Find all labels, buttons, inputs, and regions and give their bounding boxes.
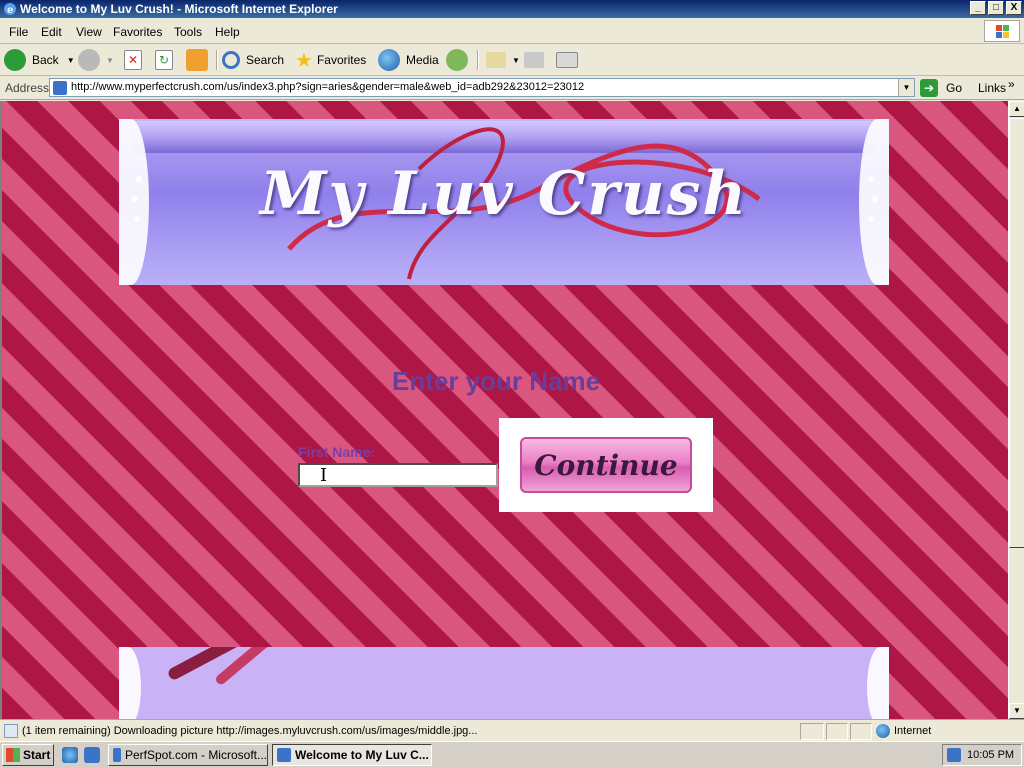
scroll-thumb[interactable] [1009, 118, 1024, 548]
home-button[interactable] [186, 48, 214, 72]
clock: 10:05 PM [967, 749, 1015, 761]
favorites-label: Favorites [316, 53, 367, 67]
first-name-label: First Name: [298, 444, 376, 460]
history-button[interactable] [446, 48, 474, 72]
vertical-scrollbar[interactable]: ▲ ▼ [1008, 101, 1024, 719]
back-arrow-icon [4, 49, 26, 71]
footer-right-curve [867, 647, 889, 719]
forward-dropdown-icon[interactable]: ▼ [106, 56, 114, 65]
window-title: Welcome to My Luv Crush! - Microsoft Int… [20, 2, 338, 16]
status-bar: (1 item remaining) Downloading picture h… [0, 719, 1024, 741]
go-label: Go [946, 81, 963, 95]
ie-window-icon [277, 748, 291, 762]
toolbar-separator [216, 50, 218, 70]
address-label: Address [5, 81, 50, 95]
print-button[interactable] [524, 48, 550, 72]
search-icon [222, 51, 240, 69]
taskbar-item-myluvcrush[interactable]: Welcome to My Luv C... [272, 744, 432, 766]
minimize-button[interactable]: _ [970, 1, 986, 15]
address-input[interactable]: http://www.myperfectcrush.com/us/index3.… [49, 78, 915, 97]
windows-logo-icon [984, 20, 1020, 42]
taskbar-item-label: PerfSpot.com - Microsoft... [124, 748, 267, 762]
home-icon [186, 49, 208, 71]
maximize-button[interactable]: □ [988, 1, 1004, 15]
address-dropdown-icon[interactable]: ▼ [898, 79, 914, 96]
status-panel [850, 723, 872, 740]
footer-left-curve [119, 647, 141, 719]
favorites-button[interactable]: ★ Favorites [295, 48, 366, 72]
refresh-icon: ↻ [155, 50, 173, 70]
header-banner: My Luv Crush [119, 119, 889, 285]
system-tray: 10:05 PM [942, 744, 1022, 766]
address-url[interactable]: http://www.myperfectcrush.com/us/index3.… [71, 81, 584, 93]
toolbar: Back ▼ ▼ ✕ ↻ Search ★ Favorites Media ▼ [0, 44, 1024, 76]
edit-button[interactable] [556, 48, 584, 72]
menu-help[interactable]: Help [215, 25, 240, 39]
print-icon [524, 52, 544, 68]
taskbar-item-perfspot[interactable]: PerfSpot.com - Microsoft... [108, 744, 268, 766]
menu-bar: File Edit View Favorites Tools Help [0, 18, 1024, 44]
media-label: Media [406, 53, 439, 67]
links-button[interactable]: Links [978, 81, 1006, 95]
search-button[interactable]: Search [222, 48, 284, 72]
svg-text:e: e [7, 5, 13, 16]
mail-button[interactable]: ▼ [486, 48, 520, 72]
quicklaunch-desktop-icon[interactable] [84, 747, 100, 763]
start-button[interactable]: Start [2, 744, 54, 766]
mail-icon [486, 52, 506, 68]
refresh-button[interactable]: ↻ [155, 48, 179, 72]
address-bar: Address http://www.myperfectcrush.com/us… [0, 76, 1024, 100]
scroll-up-button[interactable]: ▲ [1009, 101, 1024, 117]
taskbar: Start PerfSpot.com - Microsoft... Welcom… [0, 741, 1024, 768]
page-icon [53, 81, 67, 95]
menu-tools[interactable]: Tools [174, 25, 202, 39]
favorites-star-icon: ★ [295, 49, 313, 72]
site-logo[interactable]: My Luv Crush [119, 159, 889, 229]
media-button[interactable]: Media [378, 48, 439, 72]
edit-icon [556, 52, 578, 68]
toolbar-separator [477, 50, 479, 70]
page-viewport: My Luv Crush Enter your Name First Name:… [0, 101, 1008, 719]
loading-page-icon [4, 724, 18, 738]
first-name-input[interactable] [298, 463, 498, 487]
search-label: Search [246, 53, 285, 67]
menu-edit[interactable]: Edit [41, 25, 62, 39]
status-message: (1 item remaining) Downloading picture h… [22, 725, 478, 737]
text-cursor-icon: I [320, 465, 328, 486]
status-panel [800, 723, 824, 740]
forward-arrow-icon [78, 49, 100, 71]
stop-icon: ✕ [124, 50, 142, 70]
stop-button[interactable]: ✕ [124, 48, 148, 72]
quicklaunch-ie-icon[interactable] [62, 747, 78, 763]
close-button[interactable]: X [1006, 1, 1022, 15]
security-zone: Internet [876, 724, 931, 738]
start-label: Start [23, 748, 51, 762]
page-heading: Enter your Name [392, 366, 601, 396]
back-button[interactable]: Back ▼ [4, 48, 75, 72]
menu-favorites[interactable]: Favorites [113, 25, 162, 39]
go-arrow-icon: ➔ [920, 79, 938, 97]
scroll-down-button[interactable]: ▼ [1009, 703, 1024, 719]
back-dropdown-icon[interactable]: ▼ [67, 56, 75, 65]
windows-flag-icon [6, 748, 20, 762]
menu-view[interactable]: View [76, 25, 102, 39]
menu-file[interactable]: File [9, 25, 28, 39]
go-button[interactable]: ➔ Go [920, 79, 962, 97]
ie-icon: e [4, 3, 16, 16]
footer-banner [119, 647, 889, 719]
status-panel [826, 723, 848, 740]
window-titlebar: e Welcome to My Luv Crush! - Microsoft I… [0, 0, 1024, 18]
media-globe-icon [378, 49, 400, 71]
links-chevron-icon[interactable]: » [1008, 77, 1015, 91]
zone-label: Internet [894, 725, 932, 737]
internet-globe-icon [876, 724, 890, 738]
mail-dropdown-icon[interactable]: ▼ [512, 56, 520, 65]
network-tray-icon[interactable] [947, 748, 961, 762]
history-icon [446, 49, 468, 71]
continue-button[interactable]: Continue [520, 437, 692, 493]
forward-button[interactable]: ▼ [78, 48, 114, 72]
taskbar-item-label: Welcome to My Luv C... [295, 748, 429, 762]
ie-window-icon [113, 748, 121, 762]
back-label: Back [32, 53, 59, 67]
